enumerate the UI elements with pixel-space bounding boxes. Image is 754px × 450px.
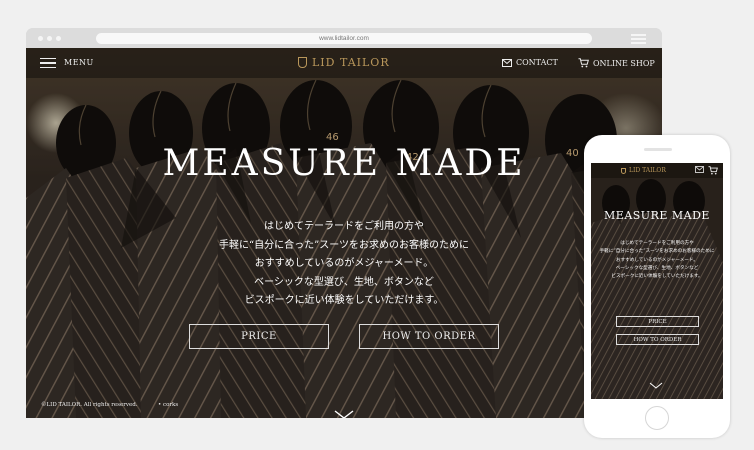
hero-description: はじめてテーラードをご利用の方や 手軽に“自分に合った”スーツをお求めのお客様の… xyxy=(26,218,662,311)
mobile-header: LID TAILOR xyxy=(591,163,723,178)
desktop-browser-mockup: www.lidtailor.com 46 42 40 MENU LID TAIL… xyxy=(26,28,662,418)
mobile-phone-mockup: LID TAILOR MEASURE MADE はじめてテーラードをご利用の方や… xyxy=(584,135,730,438)
window-dot-icon xyxy=(47,36,52,41)
mobile-hero-line: はじめてテーラードをご利用の方や xyxy=(620,241,694,246)
mobile-hero-line: ビスポークに近い体験をしていただけます。 xyxy=(611,274,703,280)
hero-title: MEASURE MADE xyxy=(162,143,526,184)
mobile-price-button[interactable]: PRICE xyxy=(616,316,699,327)
shop-label: ONLINE SHOP xyxy=(593,58,655,68)
how-to-order-button[interactable]: HOW TO ORDER xyxy=(359,324,499,349)
envelope-icon xyxy=(502,58,512,67)
hero-line: はじめてテーラードをご利用の方や xyxy=(264,221,424,232)
site-header: MENU LID TAILOR CONTACT ONLINE SHOP xyxy=(26,48,662,78)
shield-icon xyxy=(298,57,307,68)
cart-icon[interactable] xyxy=(708,166,718,175)
mobile-how-to-order-button[interactable]: HOW TO ORDER xyxy=(616,334,699,345)
mobile-hero-line: ベーシックな型選び、生地、ボタンなど xyxy=(615,265,699,271)
site-logo[interactable]: LID TAILOR xyxy=(298,56,390,69)
window-dot-icon xyxy=(38,36,43,41)
browser-titlebar: www.lidtailor.com xyxy=(26,28,662,48)
menu-label[interactable]: MENU xyxy=(64,58,94,67)
chevron-down-icon[interactable] xyxy=(334,410,354,418)
mobile-screen: LID TAILOR MEASURE MADE はじめてテーラードをご利用の方や… xyxy=(591,163,723,399)
shield-icon xyxy=(621,167,626,174)
speaker-slot xyxy=(644,148,672,151)
logo-text: LID TAILOR xyxy=(312,56,390,69)
chevron-down-icon[interactable] xyxy=(649,382,663,389)
envelope-icon[interactable] xyxy=(695,166,704,173)
mobile-hero-line: 手軽に“自分に合った”スーツをお求めのお客様のために xyxy=(599,249,715,255)
home-button[interactable] xyxy=(645,406,669,430)
mobile-hero-title: MEASURE MADE xyxy=(604,209,710,222)
mobile-logo[interactable]: LID TAILOR xyxy=(621,167,666,174)
mobile-logo-text: LID TAILOR xyxy=(629,167,666,174)
hero-line: 手軽に“自分に合った”スーツをお求めのお客様のために xyxy=(218,239,470,251)
svg-text:46: 46 xyxy=(326,132,339,143)
hamburger-menu-icon[interactable] xyxy=(40,58,56,71)
window-dot-icon xyxy=(56,36,61,41)
credit-text: • corks xyxy=(158,402,179,408)
mobile-hero-description: はじめてテーラードをご利用の方や 手軽に“自分に合った”スーツをお求めのお客様の… xyxy=(591,240,723,281)
contact-label: CONTACT xyxy=(516,58,558,67)
mobile-hero-line: おすすめしているのがメジャーメード。 xyxy=(615,257,699,263)
page-viewport: 46 42 40 MENU LID TAILOR CONTACT ONLINE … xyxy=(26,48,662,418)
address-bar[interactable]: www.lidtailor.com xyxy=(96,33,592,44)
copyright-text: ©LID TAILOR. All rights reserved. xyxy=(41,402,138,408)
cart-icon xyxy=(578,58,589,68)
hero-line: ベーシックな型選び、生地、ボタンなど xyxy=(254,276,434,288)
contact-link[interactable]: CONTACT xyxy=(502,58,558,67)
browser-menu-icon[interactable] xyxy=(631,34,646,46)
hero-line: ビスポークに近い体験をしていただけます。 xyxy=(244,295,444,306)
hero-line: おすすめしているのがメジャーメード。 xyxy=(254,258,434,269)
price-button[interactable]: PRICE xyxy=(189,324,329,349)
online-shop-link[interactable]: ONLINE SHOP xyxy=(578,58,655,68)
